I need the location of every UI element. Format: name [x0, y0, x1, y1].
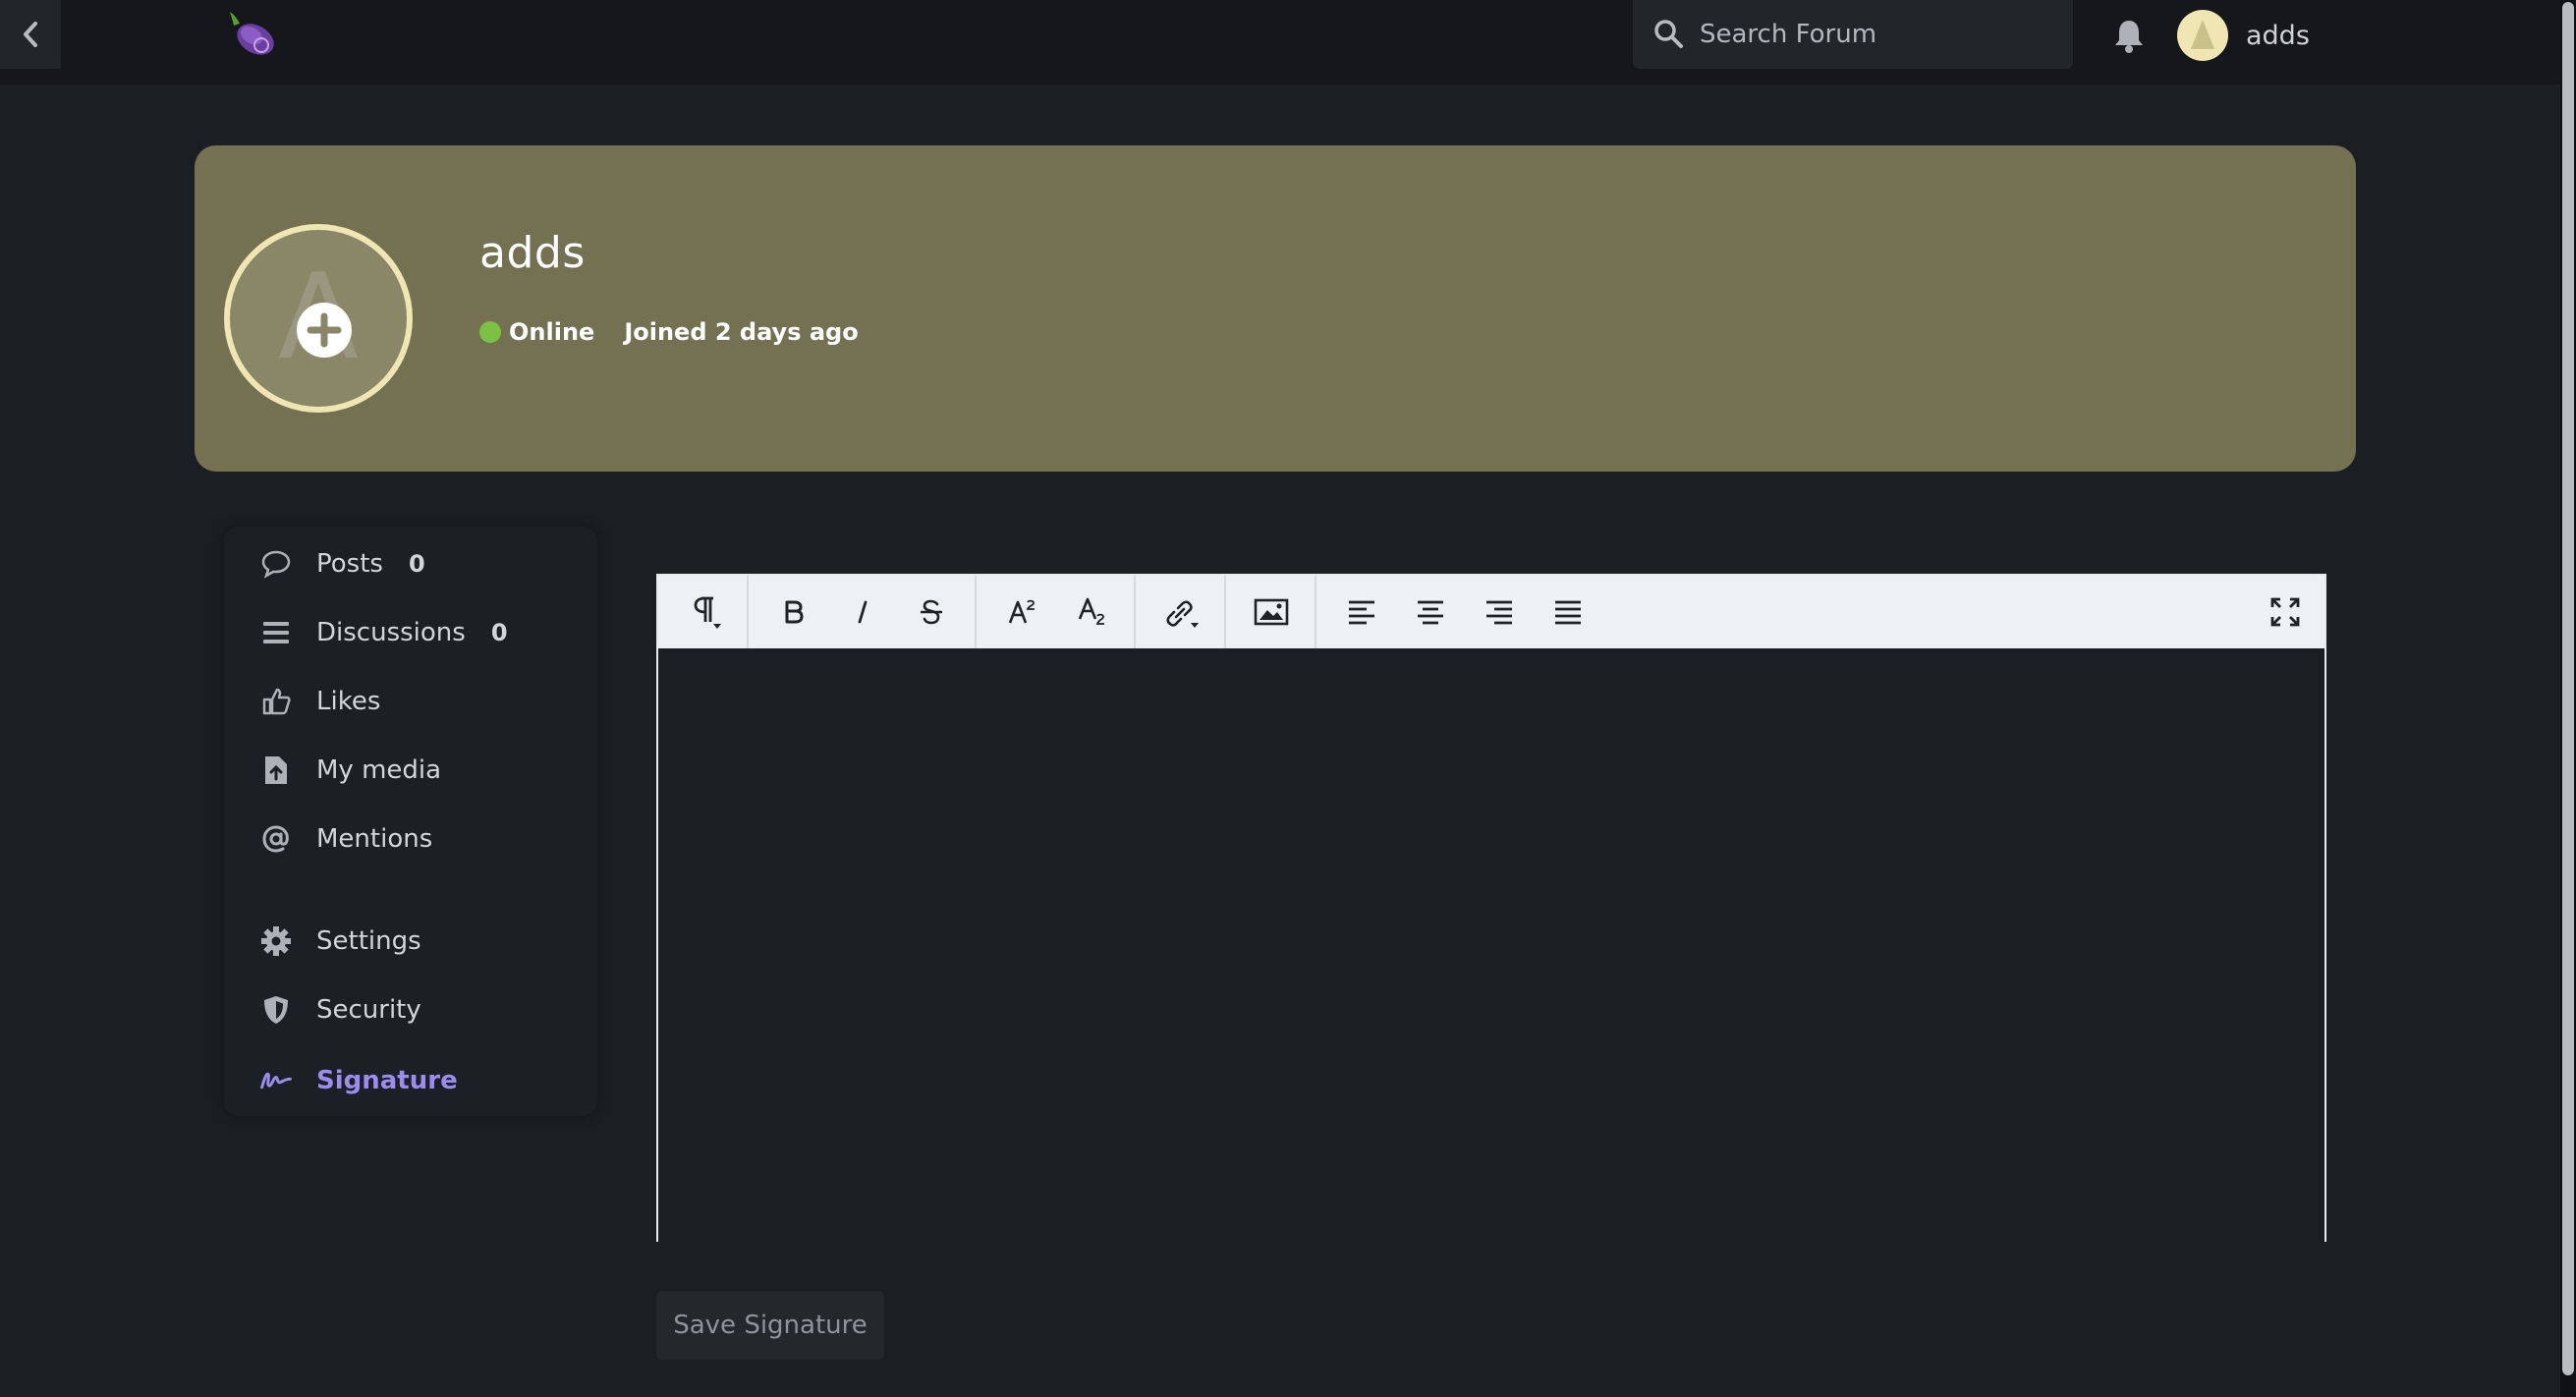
bold-icon [785, 600, 804, 624]
toolbar-separator [975, 576, 977, 648]
link-icon [1166, 600, 1199, 628]
subscript-icon [1078, 597, 1104, 625]
nav-label: Likes [316, 687, 381, 716]
align-center-button[interactable] [1403, 586, 1458, 639]
nav-label: Security [316, 995, 421, 1025]
strikethrough-icon [921, 599, 942, 625]
scrollbar-thumb[interactable] [2562, 2, 2574, 1375]
bold-button[interactable] [766, 586, 821, 639]
nav-item-settings[interactable]: Settings [259, 922, 421, 961]
plus-circle-icon [307, 312, 342, 348]
profile-avatar-upload[interactable]: A [224, 224, 413, 413]
signature-editor [656, 574, 2326, 1242]
italic-icon [858, 600, 868, 624]
fullscreen-button[interactable] [2258, 586, 2313, 639]
fullscreen-icon [2270, 597, 2300, 627]
align-justify-icon [1555, 600, 1581, 625]
search-box[interactable] [1633, 0, 2073, 69]
nav-item-likes[interactable]: Likes [259, 682, 380, 721]
thumbs-up-icon [259, 685, 293, 718]
align-left-button[interactable] [1334, 586, 1389, 639]
editor-toolbar [658, 576, 2324, 648]
nav-label: Signature [316, 1066, 458, 1095]
online-status: Online [509, 318, 595, 346]
nav-label: Posts [316, 549, 383, 579]
signature-icon [259, 1064, 293, 1097]
profile-username: adds [479, 228, 586, 278]
comment-icon [259, 547, 293, 581]
image-icon [1254, 598, 1289, 626]
top-header: adds [0, 0, 2560, 84]
header-username: adds [2246, 20, 2310, 51]
nav-count: 0 [408, 550, 425, 578]
nav-label: Settings [316, 926, 421, 956]
superscript-icon [1008, 599, 1035, 624]
strikethrough-button[interactable] [904, 586, 959, 639]
avatar-glyph-icon [2191, 20, 2214, 49]
at-icon [259, 822, 293, 856]
search-input[interactable] [1698, 10, 2061, 59]
nav-item-my-media[interactable]: My media [259, 751, 441, 790]
user-menu[interactable]: adds [2177, 10, 2310, 61]
nav-label: Mentions [316, 824, 433, 854]
avatar [2177, 10, 2228, 61]
profile-meta: Online Joined 2 days ago [479, 318, 859, 346]
file-upload-icon [259, 754, 293, 787]
bell-icon [2115, 21, 2143, 53]
insert-link-button[interactable] [1153, 586, 1208, 639]
paragraph-format-button[interactable] [678, 586, 733, 639]
nav-item-signature[interactable]: Signature [259, 1061, 458, 1100]
insert-image-button[interactable] [1244, 586, 1299, 639]
nav-item-discussions[interactable]: Discussions 0 [259, 613, 508, 652]
online-status-dot [479, 321, 501, 343]
toolbar-separator [1224, 576, 1226, 648]
chevron-left-icon [24, 22, 37, 47]
back-button[interactable] [0, 0, 61, 69]
joined-date: Joined 2 days ago [624, 318, 859, 346]
save-signature-button[interactable]: Save Signature [656, 1291, 884, 1360]
align-left-icon [1349, 600, 1374, 625]
shield-icon [259, 993, 293, 1027]
toolbar-separator [1134, 576, 1136, 648]
eggplant-logo [230, 12, 274, 55]
nav-count: 0 [490, 619, 508, 646]
profile-nav: Posts 0 Discussions 0 Likes My media Men… [224, 527, 597, 1116]
toolbar-separator [747, 576, 749, 648]
nav-item-security[interactable]: Security [259, 990, 421, 1030]
search-icon [1654, 20, 1683, 48]
align-justify-button[interactable] [1540, 586, 1596, 639]
align-right-button[interactable] [1472, 586, 1527, 639]
notifications-button[interactable] [2112, 18, 2146, 53]
align-center-icon [1418, 600, 1443, 625]
forum-logo[interactable] [222, 6, 283, 61]
nav-item-mentions[interactable]: Mentions [259, 819, 432, 859]
nav-item-posts[interactable]: Posts 0 [259, 544, 425, 584]
signature-textarea[interactable] [658, 648, 2324, 1242]
gear-icon [259, 924, 293, 958]
align-right-icon [1486, 600, 1512, 625]
nav-label: Discussions [316, 618, 466, 647]
list-icon [259, 616, 293, 649]
superscript-button[interactable] [994, 586, 1049, 639]
add-photo-button[interactable] [297, 303, 352, 358]
subscript-button[interactable] [1065, 586, 1120, 639]
toolbar-separator [1315, 576, 1316, 648]
profile-hero: A adds Online Joined 2 days ago [195, 145, 2356, 472]
italic-button[interactable] [835, 586, 890, 639]
nav-label: My media [316, 755, 442, 785]
paragraph-format-icon [694, 596, 721, 629]
